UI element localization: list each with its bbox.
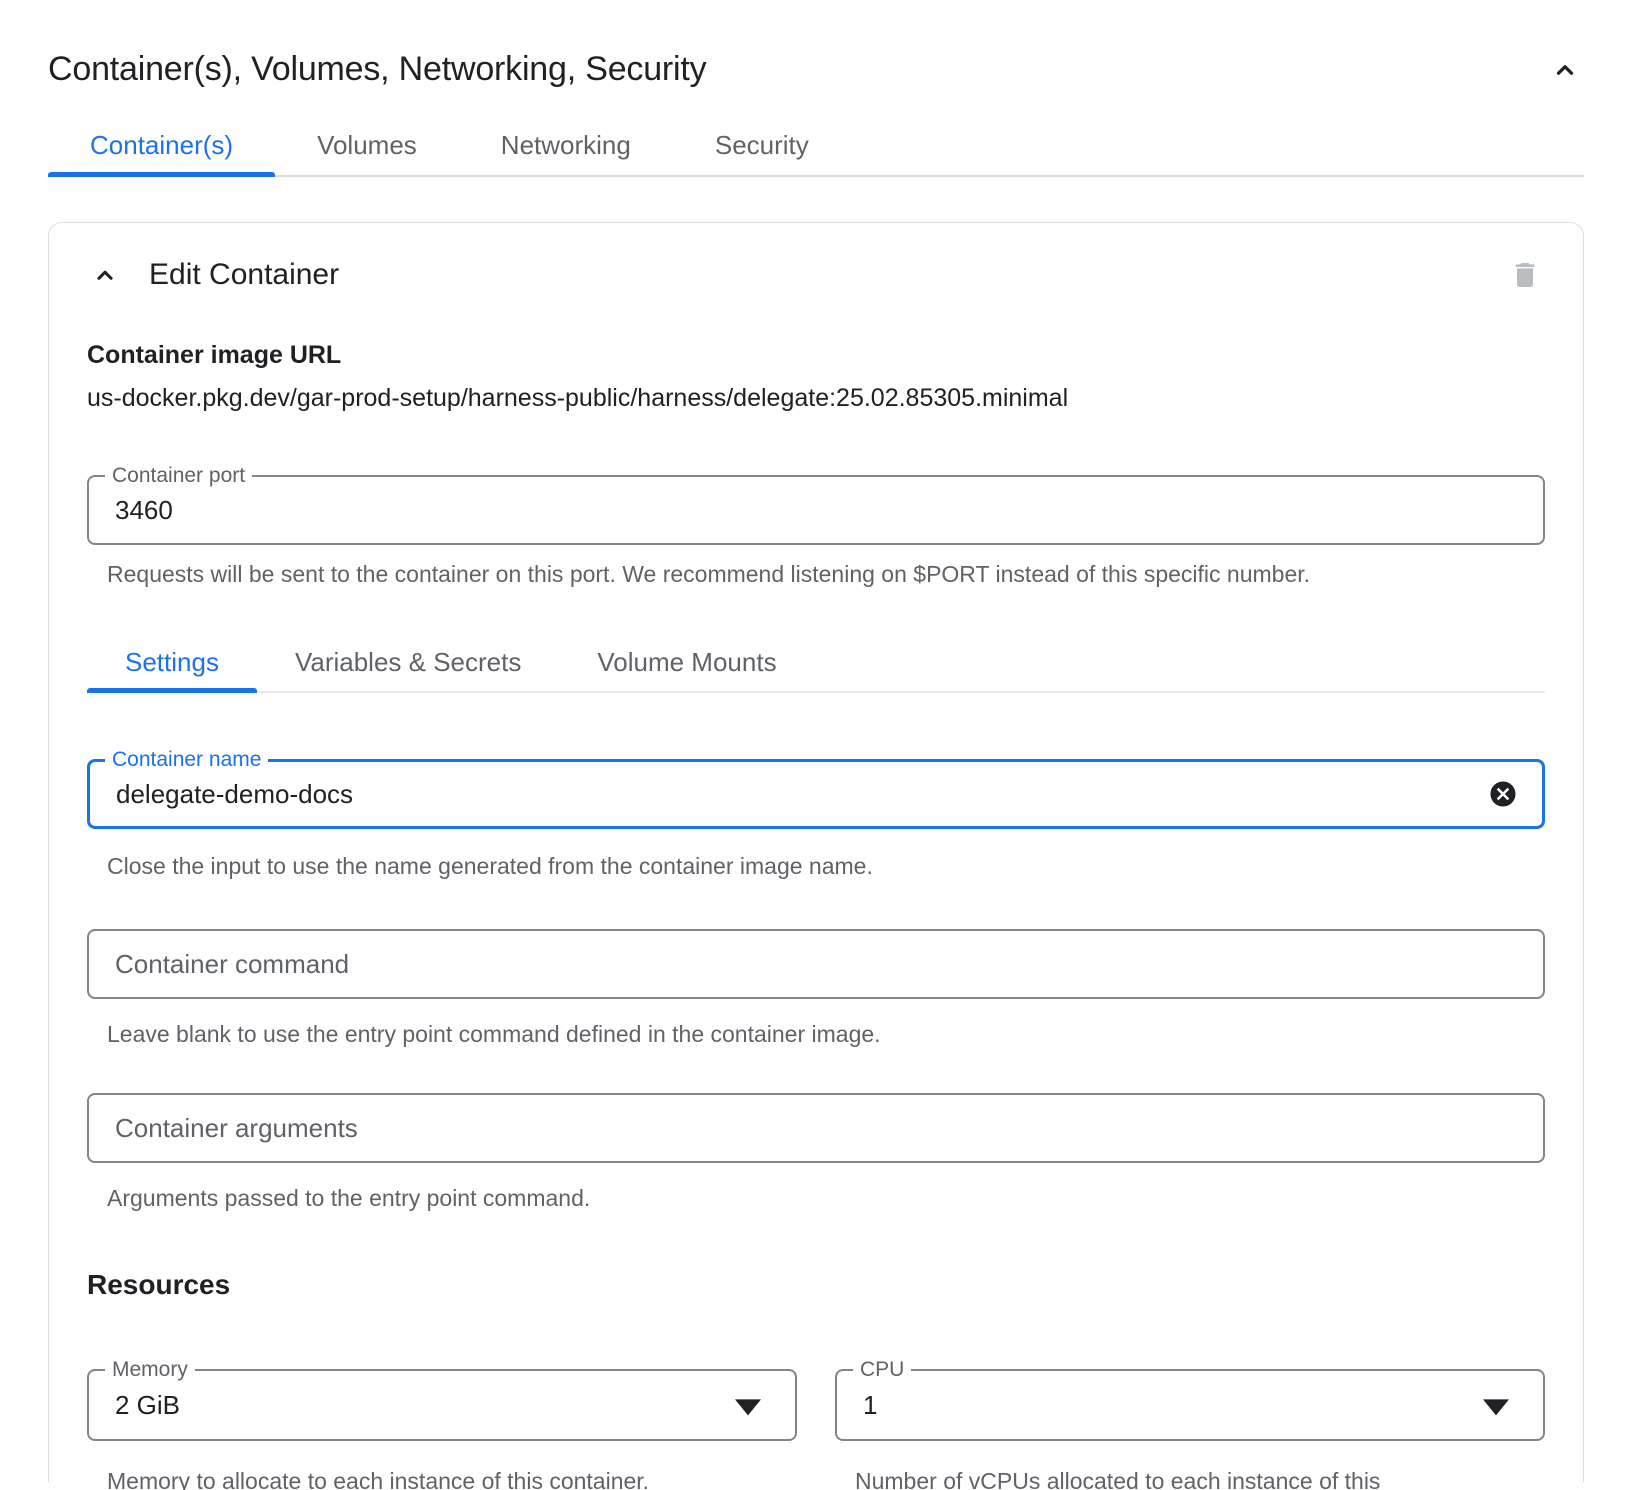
resources-grid: Memory 2 GiB Memory to allocate to each …	[87, 1369, 1545, 1490]
chevron-up-icon	[91, 261, 119, 289]
container-arguments-helper: Arguments passed to the entry point comm…	[107, 1183, 1545, 1213]
container-name-input[interactable]	[90, 762, 1542, 826]
container-image-url-label: Container image URL	[87, 341, 1545, 370]
memory-select[interactable]: Memory 2 GiB	[87, 1369, 797, 1441]
collapse-section-button[interactable]	[1546, 51, 1584, 89]
memory-column: Memory 2 GiB Memory to allocate to each …	[87, 1369, 797, 1490]
container-image-url-value: us-docker.pkg.dev/gar-prod-setup/harness…	[87, 384, 1545, 413]
container-arguments-field	[87, 1093, 1545, 1163]
delete-container-button[interactable]	[1505, 255, 1545, 295]
container-command-helper: Leave blank to use the entry point comma…	[107, 1019, 1545, 1049]
container-port-helper: Requests will be sent to the container o…	[107, 559, 1545, 589]
container-port-input[interactable]	[89, 477, 1543, 543]
container-command-field	[87, 929, 1545, 999]
resources-heading: Resources	[87, 1269, 1545, 1301]
cpu-value: 1	[837, 1390, 877, 1421]
cpu-helper: Number of vCPUs allocated to each instan…	[855, 1459, 1425, 1490]
memory-helper: Memory to allocate to each instance of t…	[107, 1459, 677, 1490]
caret-down-icon	[1483, 1399, 1509, 1415]
edit-container-card: Edit Container Container image URL us-do…	[48, 222, 1584, 1482]
tab-volume-mounts[interactable]: Volume Mounts	[559, 633, 814, 691]
container-arguments-input[interactable]	[89, 1095, 1543, 1161]
container-port-field: Container port	[87, 475, 1545, 545]
chevron-up-icon	[1550, 55, 1580, 85]
container-name-helper: Close the input to use the name generate…	[107, 851, 1545, 881]
edit-container-header: Edit Container	[87, 255, 1545, 295]
container-port-label: Container port	[105, 463, 252, 489]
tab-settings[interactable]: Settings	[87, 633, 257, 691]
memory-value: 2 GiB	[89, 1390, 180, 1421]
clear-x-icon	[1488, 797, 1518, 812]
clear-container-name-button[interactable]	[1488, 779, 1518, 809]
tab-security[interactable]: Security	[673, 115, 851, 175]
tab-containers[interactable]: Container(s)	[48, 115, 275, 175]
cpu-column: CPU 1 Number of vCPUs allocated to each …	[835, 1369, 1545, 1490]
tab-volumes[interactable]: Volumes	[275, 115, 459, 175]
section-header: Container(s), Volumes, Networking, Secur…	[48, 50, 1584, 89]
container-command-input[interactable]	[89, 931, 1543, 997]
container-sub-tabs: Settings Variables & Secrets Volume Moun…	[87, 633, 1545, 693]
container-name-label: Container name	[105, 747, 268, 773]
collapse-container-button[interactable]	[87, 257, 123, 293]
cpu-label: CPU	[853, 1357, 911, 1383]
trash-icon	[1509, 259, 1541, 291]
edit-container-title: Edit Container	[149, 258, 339, 292]
cpu-select[interactable]: CPU 1	[835, 1369, 1545, 1441]
section-tabs: Container(s) Volumes Networking Security	[48, 115, 1584, 177]
tab-networking[interactable]: Networking	[459, 115, 673, 175]
caret-down-icon	[735, 1399, 761, 1415]
memory-label: Memory	[105, 1357, 195, 1383]
cloud-run-container-settings-panel: Container(s), Volumes, Networking, Secur…	[0, 50, 1636, 1482]
page-title: Container(s), Volumes, Networking, Secur…	[48, 50, 706, 89]
tab-variables-secrets[interactable]: Variables & Secrets	[257, 633, 559, 691]
container-name-field: Container name	[87, 759, 1545, 829]
